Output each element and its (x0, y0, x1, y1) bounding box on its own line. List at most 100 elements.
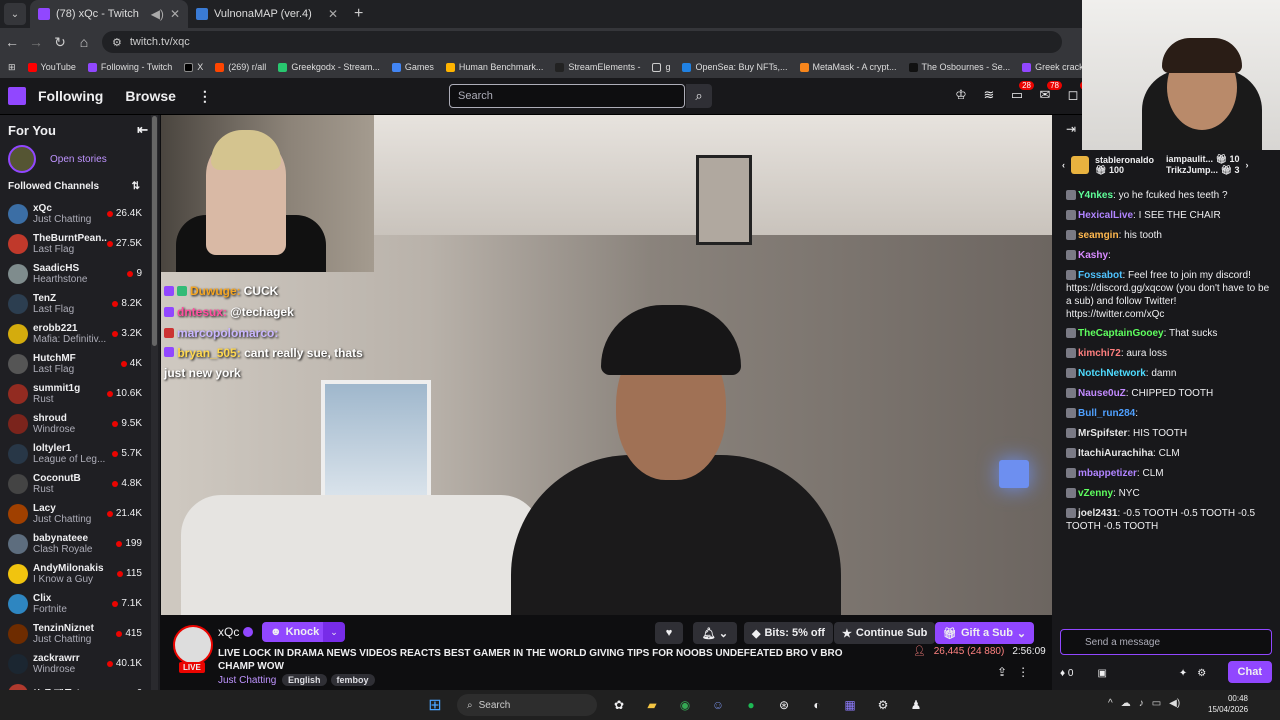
discord-icon[interactable]: ☺ (707, 694, 729, 716)
sidebar-channel[interactable]: SaadicHS Hearthstone 9 (0, 259, 160, 289)
bookmark-item[interactable]: MetaMask - A crypt... (799, 62, 897, 72)
chat-username[interactable]: TheCaptainGooey (1078, 328, 1164, 339)
bookmark-item[interactable]: Human Benchmark... (445, 62, 543, 72)
reload-icon[interactable]: ↻ (48, 34, 72, 51)
chat-input[interactable]: Send a message (1060, 629, 1272, 655)
sort-icon[interactable]: ⇅ (132, 181, 140, 192)
volume-icon[interactable]: ◀) (1169, 698, 1180, 709)
spotify-icon[interactable]: ● (740, 694, 762, 716)
tab-xqc[interactable]: (78) xQc - Twitch ◀) ✕ (30, 0, 188, 28)
bits-button[interactable]: ◆ Bits: 5% off (744, 622, 833, 644)
chat-send-button[interactable]: Chat (1227, 661, 1272, 683)
search-input[interactable]: Search (449, 84, 685, 108)
emote-icon[interactable]: ✦ (1179, 668, 1187, 679)
taskbar-clock[interactable]: 00:48 15/04/2026 (1208, 693, 1248, 715)
chrome-icon[interactable]: ◉ (674, 694, 696, 716)
sidebar-scrollbar[interactable] (151, 115, 158, 690)
whispers-icon[interactable]: ◻2 (1064, 81, 1090, 106)
chat-username[interactable]: MrSpifster (1078, 428, 1127, 439)
follow-heart-icon[interactable]: ♥ (655, 622, 683, 644)
bookmark-item[interactable]: YouTube (27, 62, 76, 72)
more-icon[interactable]: ⋮ (198, 88, 212, 105)
mute-icon[interactable]: ◀) (151, 7, 164, 21)
knock-button[interactable]: ☻ Knock (262, 622, 328, 642)
home-icon[interactable]: ⌂ (72, 34, 96, 50)
back-icon[interactable]: ← (0, 34, 24, 50)
chat-username[interactable]: Fossabot (1078, 270, 1122, 281)
settings-icon[interactable]: ⚙ (1197, 668, 1206, 679)
app-grid-icon[interactable]: ▦ (839, 694, 861, 716)
bookmark-item[interactable]: Games (391, 62, 434, 72)
network-icon[interactable]: ☁ (1121, 698, 1131, 709)
sidebar-channel[interactable]: ゆるプラ (yurup... 6 (0, 679, 160, 690)
nav-following[interactable]: Following (38, 88, 103, 104)
close-tab-icon[interactable]: ✕ (328, 7, 338, 21)
sidebar-channel[interactable]: summit1g Rust 10.6K (0, 379, 160, 409)
search-icon[interactable]: ⌕ (686, 84, 712, 108)
forward-icon[interactable]: → (24, 34, 48, 50)
sidebar-channel[interactable]: babynateee Clash Royale 199 (0, 529, 160, 559)
bookmark-item[interactable]: X (184, 62, 203, 72)
chat-username[interactable]: vZenny (1078, 488, 1113, 499)
sidebar-channel[interactable]: erobb221 Mafia: Definitiv... 3.2K (0, 319, 160, 349)
twitch-logo-icon[interactable] (8, 87, 26, 105)
sidebar-channel[interactable]: xQc Just Chatting 26.4K (0, 199, 160, 229)
knock-dropdown-icon[interactable]: ⌄ (323, 622, 345, 642)
streamer-avatar[interactable] (173, 625, 213, 665)
notification-bell-icon[interactable]: 🔔︎ ⌄ (693, 622, 737, 644)
display-icon[interactable]: ▭ (1152, 698, 1161, 709)
steam-icon[interactable]: ⊛ (773, 694, 795, 716)
more-options-icon[interactable]: ⋮ (1017, 665, 1029, 679)
bookmark-item[interactable]: (269) r/all (215, 62, 266, 72)
tag-english[interactable]: English (282, 674, 327, 686)
sidebar-channel[interactable]: TenZ Last Flag 8.2K (0, 289, 160, 319)
taskbar-search[interactable]: ⌕ Search (457, 694, 597, 716)
prev-icon[interactable]: ‹ (1062, 160, 1065, 170)
turbo-icon[interactable]: ≋ (980, 84, 998, 106)
site-info-icon[interactable]: ⚙ (112, 36, 122, 49)
edge-icon[interactable]: ◐ (806, 694, 828, 716)
app-icon[interactable]: ♟ (905, 694, 927, 716)
bookmark-item[interactable]: Greekgodx - Stream... (278, 62, 380, 72)
share-icon[interactable]: ⇪ (997, 665, 1007, 679)
stream-game[interactable]: Just Chatting (218, 675, 276, 686)
chat-username[interactable]: joel2431 (1078, 508, 1117, 519)
bookmark-item[interactable]: StreamElements - (555, 62, 640, 72)
chat-username[interactable]: Kashy (1078, 250, 1108, 261)
collapse-sidebar-icon[interactable]: ⇤ (137, 122, 148, 138)
close-tab-icon[interactable]: ✕ (170, 7, 180, 21)
nav-browse[interactable]: Browse (125, 88, 176, 104)
streamer-name[interactable]: xQc (218, 625, 239, 639)
sidebar-channel[interactable]: TenzinNiznet Just Chatting 415 (0, 619, 160, 649)
microphone-icon[interactable]: ♪ (1139, 698, 1144, 709)
url-field[interactable]: ⚙ twitch.tv/xqc (102, 31, 1062, 53)
tab-vulnonamap[interactable]: VulnonaMAP (ver.4) ✕ (188, 0, 346, 28)
tag-femboy[interactable]: femboy (330, 674, 375, 686)
chat-username[interactable]: ItachiAurachiha (1078, 448, 1153, 459)
tray-chevron-icon[interactable]: ^ (1108, 698, 1113, 709)
chat-username[interactable]: NotchNetwork (1078, 368, 1146, 379)
open-stories[interactable]: Open stories (0, 145, 160, 173)
chat-username[interactable]: Y4nkes (1078, 190, 1113, 201)
chat-username[interactable]: Nause0uZ (1078, 388, 1126, 399)
new-tab-button[interactable]: + (346, 5, 371, 23)
collapse-chat-icon[interactable]: ⇥ (1066, 122, 1076, 136)
chat-username[interactable]: mbappetizer (1078, 468, 1137, 479)
gift-sub-button[interactable]: 🎁︎ Gift a Sub ⌄ (935, 622, 1035, 644)
settings-icon[interactable]: ⚙ (872, 694, 894, 716)
chat-username[interactable]: kimchi72 (1078, 348, 1121, 359)
sidebar-channel[interactable]: loltyler1 League of Leg... 5.7K (0, 439, 160, 469)
crown-icon[interactable]: ♔ (952, 84, 970, 106)
chat-username[interactable]: seamgin (1078, 230, 1119, 241)
next-icon[interactable]: › (1245, 160, 1248, 170)
sidebar-channel[interactable]: CoconutB Rust 4.8K (0, 469, 160, 499)
notifications-icon[interactable]: ▭ 28 (1008, 81, 1034, 106)
decorative-app-icon[interactable]: ✿ (608, 694, 630, 716)
predictions-icon[interactable]: ▣ (1097, 668, 1106, 679)
apps-icon[interactable]: ⊞ (8, 62, 16, 73)
windows-start-icon[interactable]: ⊞ (424, 694, 446, 716)
sidebar-channel[interactable]: zackrawrr Windrose 40.1K (0, 649, 160, 679)
sidebar-channel[interactable]: TheBurntPean... Last Flag 27.5K (0, 229, 160, 259)
bookmark-item[interactable]: Following - Twitch (87, 62, 172, 72)
sidebar-channel[interactable]: AndyMilonakis I Know a Guy 115 (0, 559, 160, 589)
